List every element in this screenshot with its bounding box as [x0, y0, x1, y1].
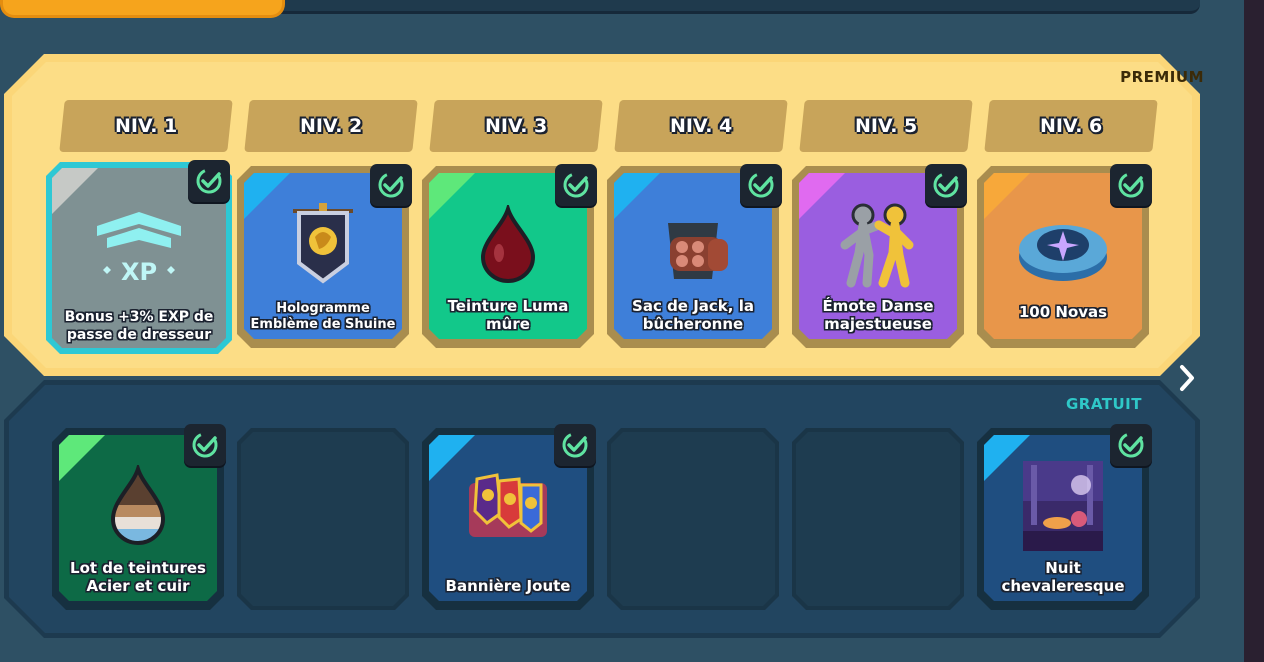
- level-tag-label: NIV. 2: [299, 115, 363, 137]
- reward-name: Bannière Joute: [445, 577, 571, 595]
- level-tag-2: NIV. 2: [244, 100, 418, 152]
- level-tag-label: NIV. 3: [484, 115, 548, 137]
- level-tag-1: NIV. 1: [59, 100, 233, 152]
- nova-currency-icon: [1015, 211, 1111, 287]
- reward-name: Lot de teintures Acier et cuir: [70, 559, 206, 595]
- claimed-check-icon: [554, 424, 596, 466]
- empty-slot-inner: [611, 432, 775, 606]
- claimed-check-icon: [555, 164, 597, 206]
- next-page-arrow[interactable]: [1172, 360, 1202, 396]
- claimed-check-icon: [370, 164, 412, 206]
- claimed-check-icon: [184, 424, 226, 466]
- claimed-check-icon: [188, 160, 230, 202]
- level-tag-label: NIV. 4: [669, 115, 733, 137]
- reward-name: Bonus +3% EXP de passe de dresseur: [64, 309, 214, 343]
- claimed-check-icon: [1110, 164, 1152, 206]
- dye-bundle-icon: [103, 465, 173, 547]
- level-tag-6: NIV. 6: [984, 100, 1158, 152]
- claimed-check-icon: [925, 164, 967, 206]
- level-tag-3: NIV. 3: [429, 100, 603, 152]
- reward-name: Teinture Luma mûre: [447, 297, 569, 333]
- level-tag-label: NIV. 5: [854, 115, 918, 137]
- free-reward-slot-empty: [607, 428, 779, 610]
- top-bar: [270, 0, 1200, 14]
- level-tag-4: NIV. 4: [614, 100, 788, 152]
- dye-drop-icon: [473, 205, 543, 285]
- dance-emote-icon: [833, 199, 923, 289]
- reward-name: Émote Danse majestueuse: [822, 297, 934, 333]
- free-track-label: GRATUIT: [1065, 395, 1142, 413]
- empty-slot-inner: [796, 432, 960, 606]
- xp-badge-text: XP: [121, 258, 157, 286]
- reward-name: Sac de Jack, la bûcheronne: [632, 297, 754, 333]
- level-tag-label: NIV. 6: [1039, 115, 1103, 137]
- reward-name: Hologramme Emblème de Shuine: [250, 301, 396, 332]
- xp-boost-icon: XP: [89, 208, 189, 288]
- banner-emblem-icon: [283, 201, 363, 291]
- premium-track-label: PREMIUM: [1120, 68, 1204, 86]
- log-bag-icon: [648, 203, 738, 287]
- reward-name: Nuit chevaleresque: [1001, 559, 1125, 595]
- top-tab[interactable]: [0, 0, 285, 18]
- level-tag-label: NIV. 1: [114, 115, 178, 137]
- joust-banner-icon: [463, 467, 553, 547]
- scrollbar[interactable]: [1244, 0, 1264, 662]
- claimed-check-icon: [740, 164, 782, 206]
- level-tag-5: NIV. 5: [799, 100, 973, 152]
- knight-night-image: [1023, 461, 1103, 551]
- claimed-check-icon: [1110, 424, 1152, 466]
- rarity-corner: [59, 435, 105, 481]
- rarity-corner: [429, 173, 475, 219]
- reward-name: 100 Novas: [1018, 303, 1108, 321]
- free-reward-slot-empty: [237, 428, 409, 610]
- free-reward-slot-empty: [792, 428, 964, 610]
- empty-slot-inner: [241, 432, 405, 606]
